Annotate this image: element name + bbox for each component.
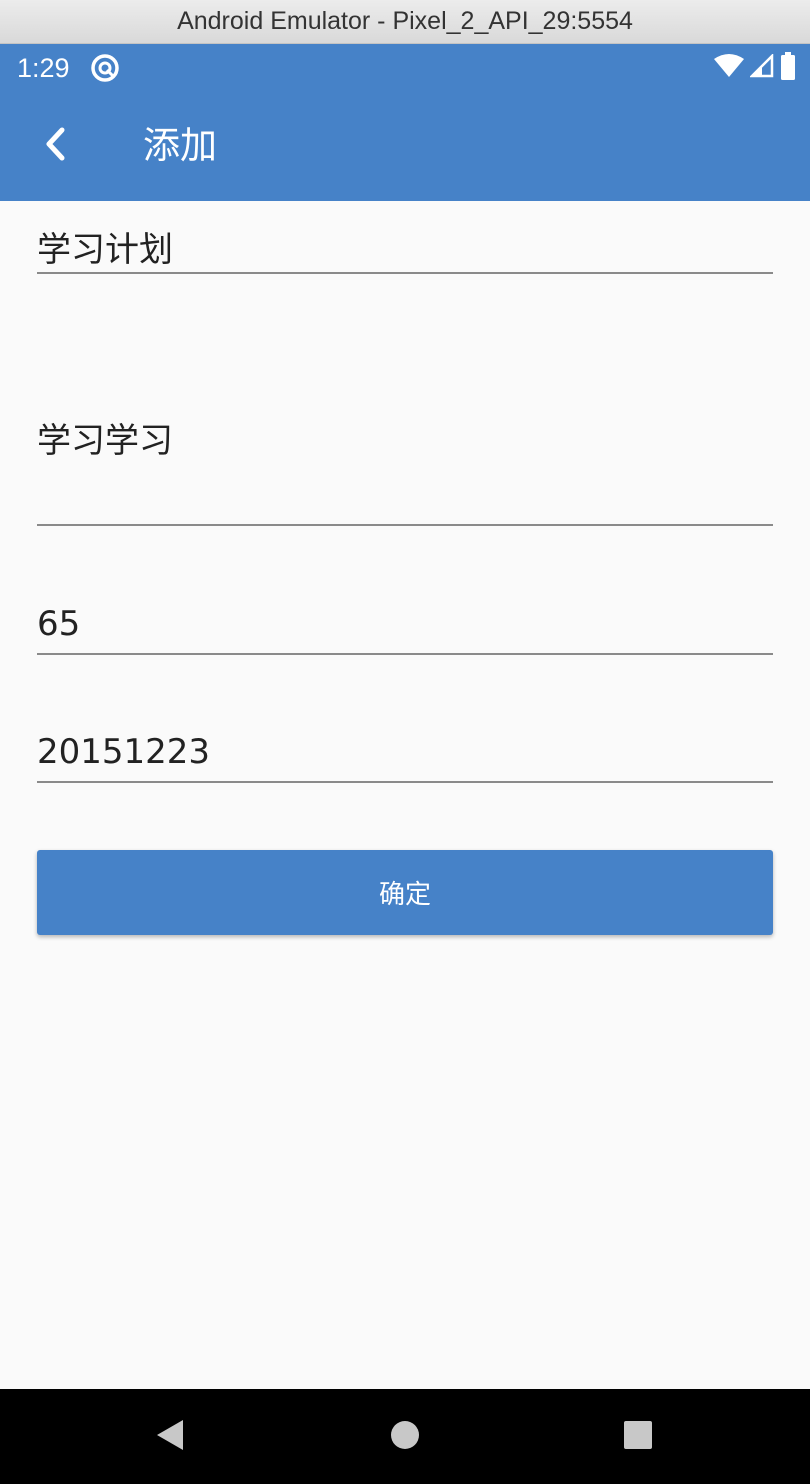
title-field[interactable]: 学习计划 bbox=[37, 220, 773, 274]
content-field-value: 学习学习 bbox=[37, 421, 173, 461]
date-field[interactable]: 20151223 bbox=[37, 728, 773, 783]
back-button[interactable] bbox=[32, 117, 80, 175]
wifi-icon bbox=[714, 54, 744, 82]
confirm-button[interactable]: 确定 bbox=[37, 850, 773, 935]
nav-home-button[interactable] bbox=[365, 1389, 445, 1484]
status-bar: 1:29 bbox=[0, 44, 810, 92]
battery-icon bbox=[780, 52, 796, 84]
status-time: 1:29 bbox=[17, 53, 70, 83]
app-notification-icon bbox=[90, 53, 120, 83]
confirm-button-label: 确定 bbox=[378, 880, 431, 910]
recents-square-icon bbox=[623, 1420, 653, 1454]
nav-recents-button[interactable] bbox=[598, 1389, 678, 1484]
navigation-bar bbox=[0, 1389, 810, 1484]
app-bar: 添加 bbox=[0, 92, 810, 201]
signal-icon bbox=[748, 52, 774, 82]
back-triangle-icon bbox=[155, 1418, 185, 1456]
title-field-value: 学习计划 bbox=[37, 230, 173, 270]
home-circle-icon bbox=[390, 1420, 420, 1454]
number-field-value: 65 bbox=[37, 604, 81, 644]
date-field-value: 20151223 bbox=[37, 732, 211, 772]
window-title-text: Android Emulator - Pixel_2_API_29:5554 bbox=[177, 7, 633, 35]
number-field[interactable]: 65 bbox=[37, 600, 773, 655]
chevron-left-icon bbox=[42, 124, 70, 168]
emulator-window-title: Android Emulator - Pixel_2_API_29:5554 bbox=[0, 0, 810, 44]
content-field[interactable]: 学习学习 bbox=[37, 405, 773, 526]
nav-back-button[interactable] bbox=[130, 1389, 210, 1484]
status-icons bbox=[714, 52, 796, 84]
page-title: 添加 bbox=[143, 124, 217, 167]
